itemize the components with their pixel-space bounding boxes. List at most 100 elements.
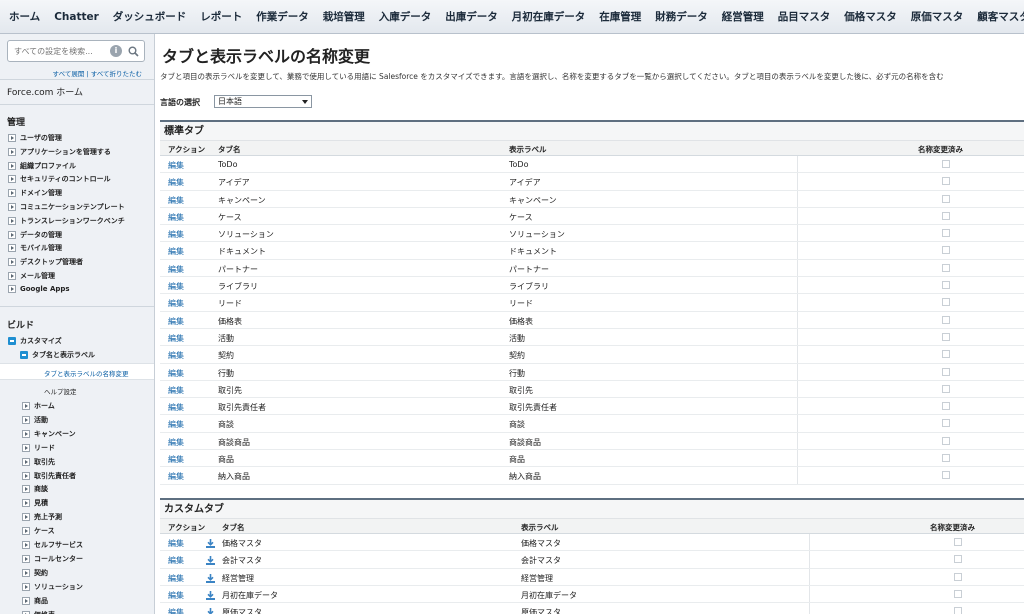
sidebar-item-admin[interactable]: トランスレーションワークベンチ <box>8 216 125 226</box>
sidebar-item-rename-tabs-selected[interactable]: タブと表示ラベルの名称変更 <box>0 363 154 380</box>
sidebar-item-build[interactable]: ホーム <box>22 401 55 411</box>
expand-icon[interactable] <box>22 582 30 591</box>
tab-item[interactable]: 原価マスタ <box>904 0 971 33</box>
expand-icon[interactable] <box>22 513 30 522</box>
edit-link[interactable]: 編集 <box>168 298 184 309</box>
expand-icon[interactable] <box>22 554 30 563</box>
setup-search-input[interactable] <box>14 42 110 60</box>
tab-item[interactable]: 顧客マスタ <box>970 0 1024 33</box>
sidebar-home-link[interactable]: Force.com ホーム <box>7 85 83 98</box>
tab-item[interactable]: 出庫データ <box>438 0 505 33</box>
expand-icon[interactable] <box>8 175 16 184</box>
sidebar-item-admin[interactable]: メール管理 <box>8 271 55 281</box>
expand-icon[interactable] <box>8 189 16 198</box>
sidebar-item-build[interactable]: セルフサービス <box>22 540 83 550</box>
sidebar-item-admin[interactable]: アプリケーションを管理する <box>8 147 111 157</box>
tab-item[interactable]: 作業データ <box>249 0 316 33</box>
expand-icon[interactable] <box>8 216 16 225</box>
expand-icon[interactable] <box>8 284 16 293</box>
sidebar-item-admin[interactable]: ドメイン管理 <box>8 188 62 198</box>
expand-icon[interactable] <box>22 471 30 480</box>
sidebar-item-admin[interactable]: ユーザの管理 <box>8 133 62 143</box>
expand-icon[interactable] <box>22 610 30 614</box>
expand-icon[interactable] <box>22 527 30 536</box>
expand-all-link[interactable]: すべて展開 <box>53 70 85 78</box>
edit-link[interactable]: 編集 <box>168 350 184 361</box>
edit-link[interactable]: 編集 <box>168 590 184 601</box>
edit-link[interactable]: 編集 <box>168 177 184 188</box>
sidebar-item-admin[interactable]: モバイル管理 <box>8 243 62 253</box>
sidebar-item-build[interactable]: ケース <box>22 526 55 536</box>
expand-icon[interactable] <box>8 244 16 253</box>
tab-item[interactable]: レポート <box>193 0 249 33</box>
expand-icon[interactable] <box>22 596 30 605</box>
edit-link[interactable]: 編集 <box>168 555 184 566</box>
edit-link[interactable]: 編集 <box>168 246 184 257</box>
expand-icon[interactable] <box>8 134 16 142</box>
tab-item[interactable]: ダッシュボード <box>106 0 194 33</box>
expand-icon[interactable] <box>22 568 30 577</box>
sidebar-item-build[interactable]: 取引先 <box>22 457 55 467</box>
sidebar-item-build[interactable]: ソリューション <box>22 582 83 592</box>
expand-icon[interactable] <box>22 429 30 438</box>
sidebar-item-build[interactable]: 取引先責任者 <box>22 471 76 481</box>
sidebar-item-build[interactable]: リード <box>22 443 55 453</box>
expand-icon[interactable] <box>8 203 16 211</box>
sidebar-item-help-settings[interactable]: ヘルプ設定 <box>44 386 77 396</box>
sidebar-item-admin[interactable]: コミュニケーションテンプレート <box>8 202 125 212</box>
edit-link[interactable]: 編集 <box>168 195 184 206</box>
edit-link[interactable]: 編集 <box>168 402 184 413</box>
help-icon[interactable]: i <box>110 45 122 57</box>
edit-link[interactable]: 編集 <box>168 437 184 448</box>
edit-link[interactable]: 編集 <box>168 385 184 396</box>
expand-icon[interactable] <box>8 161 16 170</box>
expand-icon[interactable] <box>22 415 30 424</box>
sidebar-item-build[interactable]: 見積 <box>22 498 48 508</box>
sidebar-item-admin[interactable]: 組織プロファイル <box>8 161 76 171</box>
sidebar-item-admin[interactable]: デスクトップ管理者 <box>8 257 83 267</box>
sidebar-item-admin[interactable]: セキュリティのコントロール <box>8 174 111 184</box>
tab-item[interactable]: 入庫データ <box>372 0 439 33</box>
sidebar-item-build[interactable]: 商談 <box>22 484 48 494</box>
tab-item[interactable]: 栽培管理 <box>316 0 372 33</box>
sidebar-item-build[interactable]: 価格表 <box>22 610 55 614</box>
search-icon[interactable] <box>128 42 139 61</box>
edit-link[interactable]: 編集 <box>168 212 184 223</box>
edit-link[interactable]: 編集 <box>168 471 184 482</box>
expand-icon[interactable] <box>8 147 16 156</box>
edit-link[interactable]: 編集 <box>168 538 184 549</box>
edit-link[interactable]: 編集 <box>168 229 184 240</box>
expand-icon[interactable] <box>8 230 16 239</box>
sidebar-item-build[interactable]: 契約 <box>22 568 48 578</box>
collapse-icon[interactable] <box>20 351 28 359</box>
edit-link[interactable]: 編集 <box>168 160 184 171</box>
edit-link[interactable]: 編集 <box>168 419 184 430</box>
tab-item[interactable]: Chatter <box>47 0 106 33</box>
edit-link[interactable]: 編集 <box>168 316 184 327</box>
language-select[interactable]: 日本語 <box>214 95 312 108</box>
collapse-icon[interactable] <box>8 337 16 345</box>
edit-link[interactable]: 編集 <box>168 573 184 584</box>
expand-icon[interactable] <box>22 499 30 508</box>
sidebar-item-build[interactable]: 商品 <box>22 596 48 606</box>
tab-item[interactable]: 財務データ <box>648 0 715 33</box>
sidebar-item-admin[interactable]: Google Apps <box>8 284 70 293</box>
expand-icon[interactable] <box>22 402 30 410</box>
expand-icon[interactable] <box>8 272 16 280</box>
tab-item[interactable]: 価格マスタ <box>837 0 904 33</box>
sidebar-item-build[interactable]: 売上予測 <box>22 512 62 522</box>
sidebar-item-build[interactable]: コールセンター <box>22 554 83 564</box>
edit-link[interactable]: 編集 <box>168 281 184 292</box>
sidebar-item-tab-names-labels[interactable]: タブ名と表示ラベル <box>20 350 95 360</box>
tab-item[interactable]: 在庫管理 <box>592 0 648 33</box>
edit-link[interactable]: 編集 <box>168 264 184 275</box>
expand-icon[interactable] <box>8 258 16 267</box>
sidebar-item-build[interactable]: キャンペーン <box>22 429 76 439</box>
expand-icon[interactable] <box>22 485 30 494</box>
collapse-all-link[interactable]: すべて折りたたむ <box>91 70 142 78</box>
sidebar-item-build[interactable]: 活動 <box>22 415 48 425</box>
tab-item[interactable]: ホーム <box>2 0 47 33</box>
sidebar-item-customize[interactable]: カスタマイズ <box>8 336 62 346</box>
setup-search-box[interactable]: i <box>7 40 145 62</box>
sidebar-item-admin[interactable]: データの管理 <box>8 230 62 240</box>
